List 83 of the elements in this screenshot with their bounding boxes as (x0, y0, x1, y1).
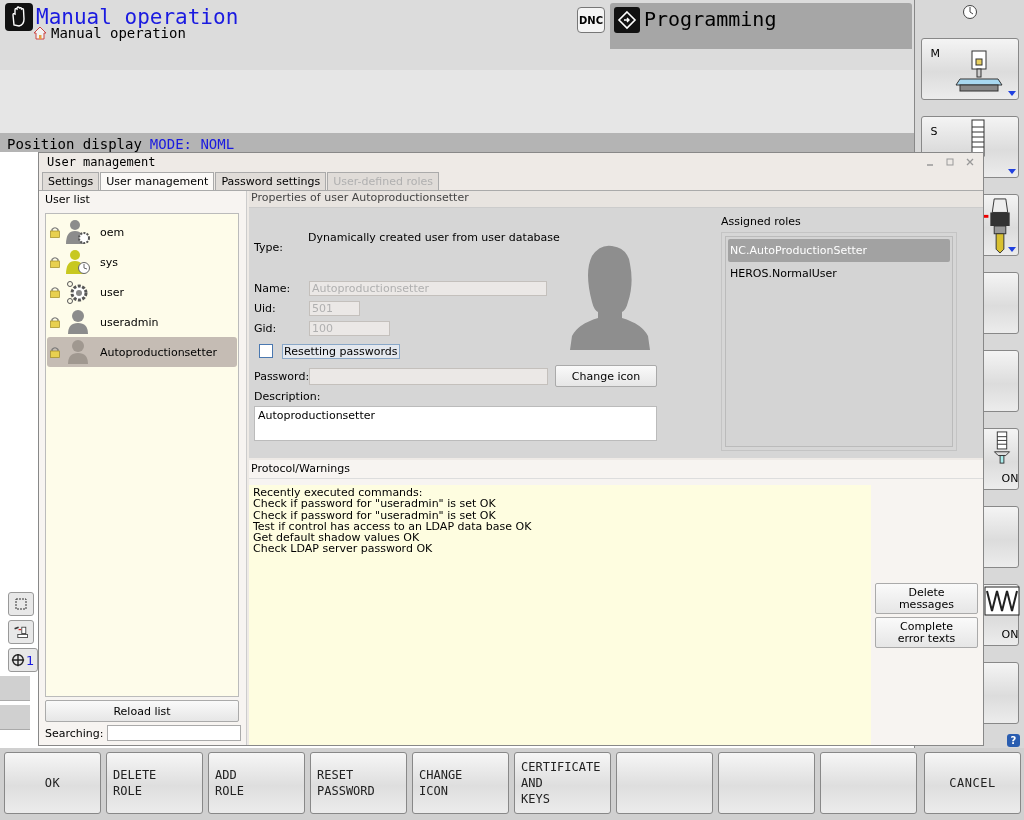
role-item[interactable]: HEROS.NormalUser (728, 262, 950, 285)
blank-softkey[interactable] (718, 752, 815, 814)
coolant-nozzle-icon (991, 431, 1012, 465)
type-label: Type: (254, 241, 284, 254)
protocol-button[interactable]: Delete messages (875, 583, 978, 614)
user-list-label: User list (45, 193, 91, 206)
log-line: Recently executed commands: (253, 487, 423, 499)
assigned-roles-label: Assigned roles (721, 215, 802, 228)
description-label: Description: (254, 390, 321, 403)
softkey-button[interactable]: CERTIFICATE AND KEYS (514, 752, 611, 814)
machine-button[interactable] (8, 620, 34, 644)
dropdown-arrow-icon (1007, 169, 1016, 174)
protocol-button[interactable]: Complete error texts (875, 617, 978, 648)
log-line: Check LDAP server password OK (253, 543, 434, 555)
uid-label: Uid: (254, 301, 277, 315)
datum-button[interactable]: 1 (8, 648, 38, 672)
user-list-item[interactable]: Autoproductionsetter (47, 337, 237, 367)
blank-softkey[interactable] (820, 752, 917, 814)
gid-label: Gid: (254, 321, 278, 335)
softkey-button[interactable]: OK (4, 752, 101, 814)
zigzag-icon (983, 586, 1020, 616)
crosshair-icon (11, 653, 25, 667)
slot-panel (0, 676, 30, 701)
programming-label: Programming (644, 7, 777, 31)
password-field[interactable] (309, 367, 548, 385)
log-line: Get default shadow values OK (253, 532, 420, 544)
dnc-badge: DNC (577, 7, 605, 33)
user-list-item[interactable]: sys (47, 247, 237, 277)
person-silhouette-icon (570, 244, 650, 350)
maximize-icon[interactable] (945, 157, 955, 167)
hand-icon (5, 3, 33, 31)
checkbox-label[interactable]: Resetting passwords (282, 343, 400, 359)
properties-heading: Properties of user Autoproductionsetter (249, 191, 983, 208)
padlock-icon (49, 316, 61, 328)
padlock-icon (49, 286, 61, 298)
log-line: Check if password for "useradmin" is set OK (253, 509, 497, 521)
reload-list-button[interactable]: Reload list (45, 700, 239, 722)
password-label: Password: (254, 369, 309, 383)
padlock-icon (49, 346, 61, 358)
softkey-button[interactable]: CHANGE ICON (412, 752, 509, 814)
user-list-item[interactable]: useradmin (47, 307, 237, 337)
clock-icon (961, 4, 978, 20)
programming-icon (614, 7, 640, 33)
tab[interactable]: Settings (42, 172, 100, 190)
machine-icon (13, 624, 29, 640)
log-line: Test if control has access to an LDAP data base OK (253, 520, 533, 533)
tab[interactable]: User management (100, 172, 215, 190)
change-icon-button[interactable]: Change icon (555, 365, 657, 387)
checkbox[interactable] (259, 344, 273, 358)
log-line: Check if password for "useradmin" is set OK (253, 498, 497, 510)
type-value: Dynamically created user from user database (308, 231, 560, 244)
person-icon (65, 309, 91, 335)
position-mode: MODE: NOML (149, 136, 235, 152)
dropdown-arrow-icon (1007, 247, 1016, 252)
softkey-button[interactable]: RESET PASSWORD (310, 752, 407, 814)
help-button[interactable]: ? (1007, 734, 1020, 747)
softkey-button[interactable]: CANCEL (924, 752, 1021, 814)
softkey-button[interactable]: ADD ROLE (208, 752, 305, 814)
search-field[interactable] (106, 725, 241, 741)
user-gear-icon (65, 219, 91, 245)
description-field[interactable]: Autoproductionsetter (254, 406, 657, 441)
search-label: Searching: (45, 726, 104, 740)
machine-table-icon (953, 49, 1004, 93)
user-list-item[interactable]: oem (47, 217, 237, 247)
frame-icon (13, 596, 29, 612)
padlock-icon (49, 226, 61, 238)
spindle-icon (969, 119, 986, 159)
tab[interactable]: Password settings (215, 172, 327, 190)
name-label: Name: (254, 281, 292, 295)
padlock-icon (49, 256, 61, 268)
protocol-label: Protocol/Warnings (249, 460, 983, 479)
position-label: Position display (7, 136, 142, 152)
close-icon[interactable] (965, 157, 975, 167)
dropdown-arrow-icon (1007, 91, 1016, 96)
user-clock-icon (65, 249, 91, 275)
side-softkey[interactable]: M (920, 38, 1019, 100)
house-icon (33, 26, 47, 40)
slot-panel (0, 705, 30, 730)
person-icon (65, 339, 91, 365)
softkey-button[interactable]: DELETE ROLE (106, 752, 203, 814)
user-list-item[interactable]: user (47, 277, 237, 307)
blank-softkey[interactable] (616, 752, 713, 814)
window-title: User management (47, 155, 156, 169)
